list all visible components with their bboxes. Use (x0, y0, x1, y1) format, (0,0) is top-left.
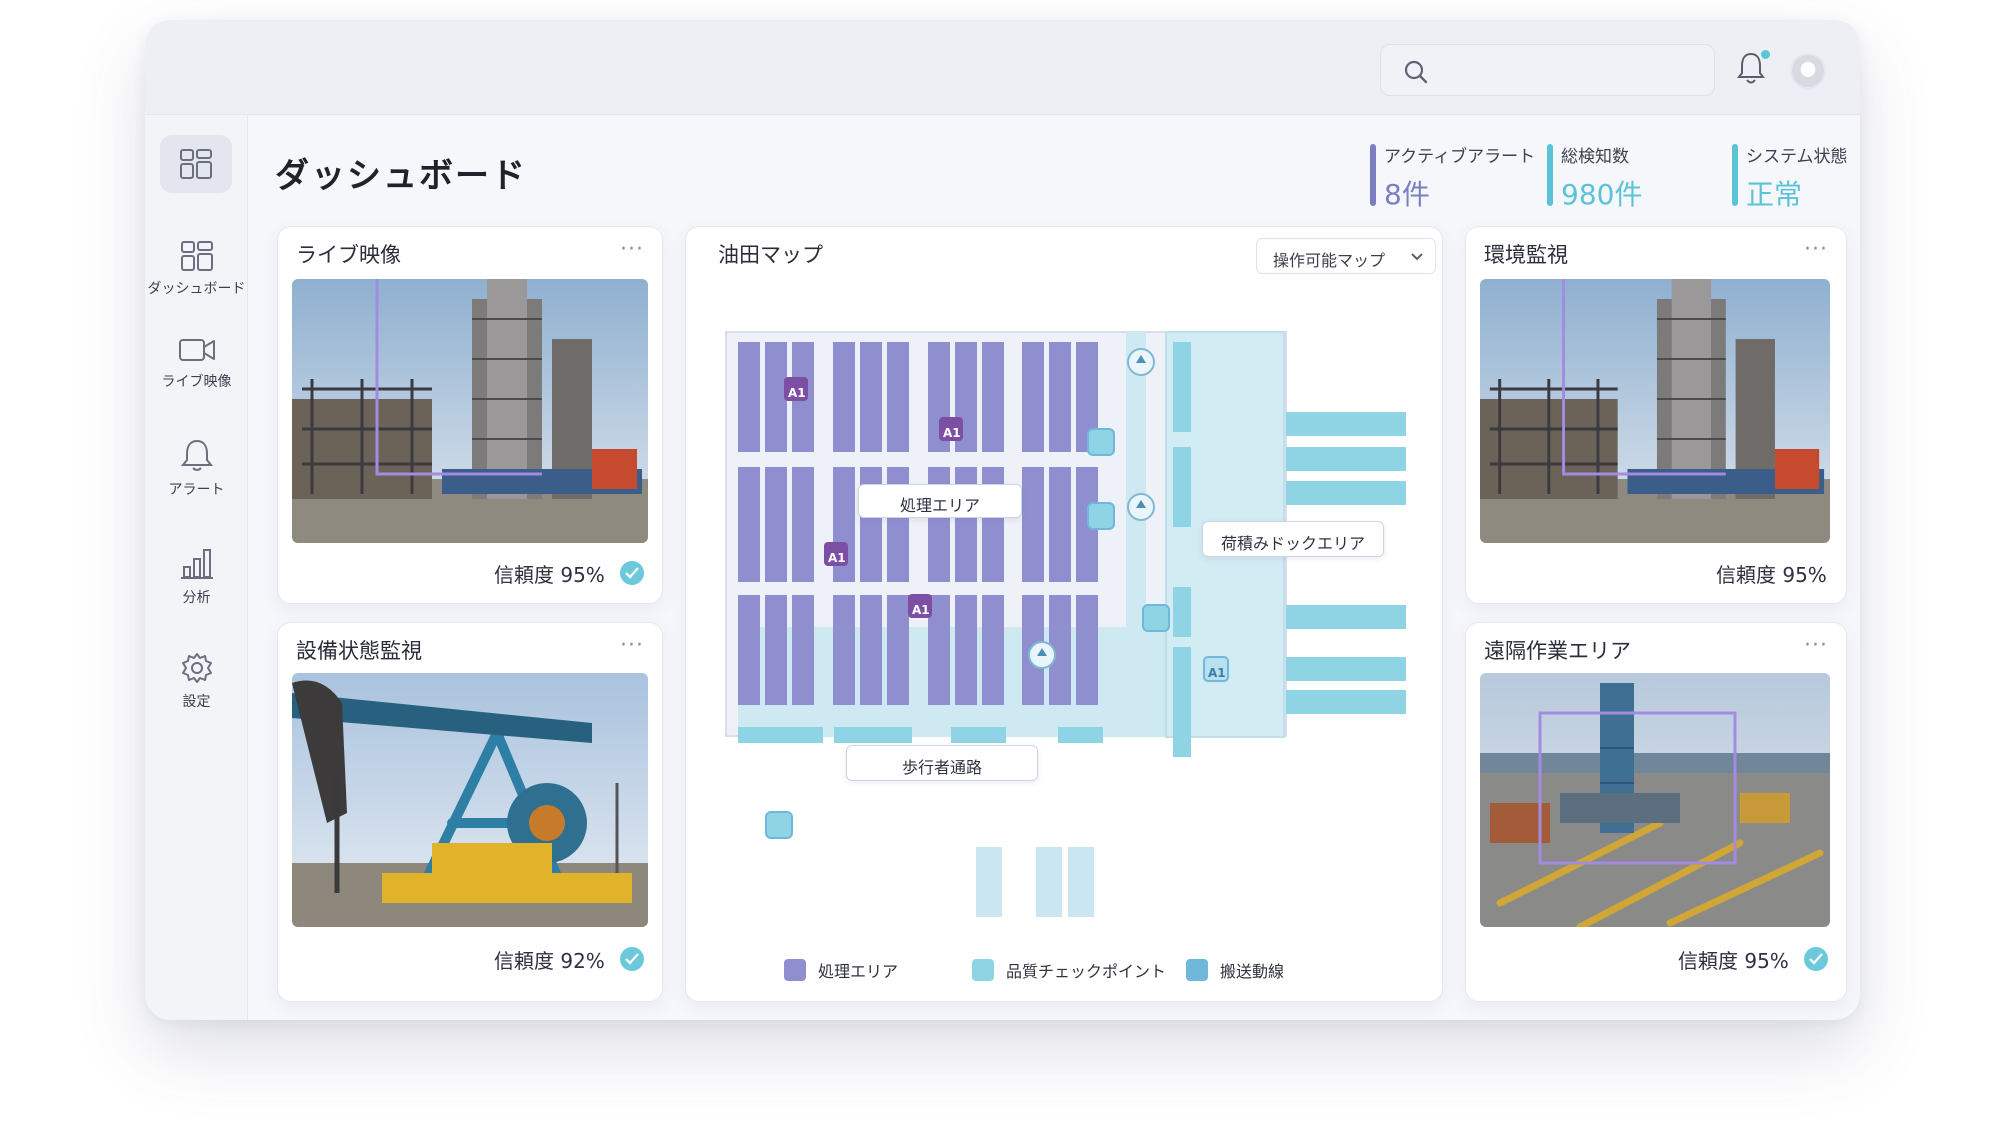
map-zone-label-loading-dock[interactable]: 荷積みドックエリア (1202, 521, 1384, 557)
confidence-text: 信頼度 95% (1678, 945, 1789, 974)
notification-badge (1759, 48, 1772, 61)
legend-swatch (1186, 959, 1208, 981)
gear-icon (181, 653, 212, 683)
confidence-text: 信頼度 92% (494, 945, 605, 974)
more-options-button[interactable]: ··· (620, 237, 644, 262)
check-icon (1804, 947, 1828, 971)
marker-label: A1 (828, 551, 846, 565)
environment-video-feed[interactable] (1480, 279, 1830, 543)
stat-accent-bar (1370, 144, 1376, 206)
stat-total-detections: 総検知数 980件 (1547, 142, 1642, 211)
stat-accent-bar (1732, 144, 1738, 206)
confidence-label: 信頼度 (1716, 563, 1776, 587)
more-options-button[interactable]: ··· (1804, 237, 1828, 262)
stat-label: 総検知数 (1561, 147, 1629, 167)
stat-system-status: システム状態 正常 (1732, 142, 1848, 211)
card-environment-monitoring: 環境監視 ··· 信頼度 95% (1465, 226, 1847, 604)
legend-label: 搬送動線 (1220, 962, 1285, 981)
card-title: ライブ映像 (296, 243, 401, 267)
confidence-value: 95% (560, 563, 605, 587)
confidence-label: 信頼度 (494, 949, 554, 973)
grid-icon (180, 241, 213, 271)
legend-label: 処理エリア (818, 962, 899, 981)
map-zone-label-processing[interactable]: 処理エリア (858, 484, 1022, 518)
card-title: 油田マップ (718, 243, 823, 267)
confidence-label: 信頼度 (494, 563, 554, 587)
top-bar (145, 20, 1860, 115)
more-options-button[interactable]: ··· (1804, 633, 1828, 658)
check-icon (620, 947, 644, 971)
sidebar-item-settings[interactable]: 設定 (145, 651, 248, 711)
app-window: ダッシュボード ライブ映像 アラート 分析 設定 ダッシュボード アクティブアラ… (145, 20, 1860, 1020)
stat-label: システム状態 (1746, 147, 1848, 167)
sidebar-item-analytics[interactable]: 分析 (145, 545, 248, 607)
sidebar: ダッシュボード ライブ映像 アラート 分析 設定 (145, 115, 248, 1020)
card-title: 遠隔作業エリア (1484, 639, 1631, 663)
stat-value: 980件 (1561, 178, 1643, 211)
confidence-text: 信頼度 95% (1716, 559, 1827, 588)
check-icon (620, 561, 644, 585)
user-avatar[interactable] (1790, 53, 1826, 89)
equipment-video-feed[interactable] (292, 673, 648, 927)
card-live-video: ライブ映像 ··· 信頼度 95% (277, 226, 663, 604)
map-view-select[interactable]: 操作可能マップ (1256, 238, 1436, 274)
legend-item: 搬送動線 (1186, 957, 1284, 983)
card-oilfield-map: 油田マップ 操作可能マップ A1 A1 A1 A1 A1 処理エリア 荷積みドッ… (685, 226, 1443, 1002)
confidence-value: 95% (1744, 949, 1789, 973)
legend-swatch (784, 959, 806, 981)
sidebar-item-alerts[interactable]: アラート (145, 437, 248, 499)
legend-item: 処理エリア (784, 957, 898, 983)
card-remote-work-area: 遠隔作業エリア ··· 信頼度 95% (1465, 622, 1847, 1002)
drilling-rig-image (292, 279, 648, 543)
sidebar-home-button[interactable] (160, 135, 232, 193)
sidebar-item-dashboard[interactable]: ダッシュボード (145, 240, 248, 298)
sidebar-item-label: ライブ映像 (161, 374, 232, 390)
sidebar-item-label: 分析 (182, 590, 211, 606)
map-zone-label-walkway[interactable]: 歩行者通路 (846, 745, 1038, 781)
marker-label: A1 (943, 426, 961, 440)
confidence-text: 信頼度 95% (494, 559, 605, 588)
marker-label: A1 (1208, 666, 1226, 680)
sidebar-item-label: アラート (168, 482, 225, 498)
pumpjack-image (292, 673, 648, 927)
stat-value: 8件 (1384, 178, 1430, 211)
page-title: ダッシュボード (275, 156, 527, 196)
drilling-rig-image (1480, 279, 1830, 543)
work-site-image (1480, 673, 1830, 927)
legend-label: 品質チェックポイント (1006, 962, 1167, 981)
stat-label: アクティブアラート (1384, 147, 1536, 167)
card-title: 環境監視 (1484, 243, 1568, 267)
bell-icon (180, 439, 213, 471)
stat-accent-bar (1547, 144, 1553, 206)
search-icon (1404, 60, 1428, 84)
stat-value: 正常 (1746, 178, 1803, 211)
marker-label: A1 (912, 603, 930, 617)
grid-icon (180, 149, 212, 179)
live-video-feed[interactable] (292, 279, 648, 543)
confidence-value: 95% (1782, 563, 1827, 587)
more-options-button[interactable]: ··· (620, 633, 644, 658)
bar-chart-icon (180, 549, 213, 579)
sidebar-item-live-video[interactable]: ライブ映像 (145, 335, 248, 391)
map-view-select-value: 操作可能マップ (1273, 251, 1386, 270)
card-equipment-monitoring: 設備状態監視 ··· 信頼度 92% (277, 622, 663, 1002)
marker-label: A1 (788, 386, 806, 400)
video-camera-icon (178, 339, 215, 361)
chevron-down-icon (1411, 253, 1423, 261)
card-title: 設備状態監視 (296, 639, 422, 663)
remote-work-video-feed[interactable] (1480, 673, 1830, 927)
legend-item: 品質チェックポイント (972, 957, 1166, 983)
confidence-label: 信頼度 (1678, 949, 1738, 973)
confidence-value: 92% (560, 949, 605, 973)
search-input[interactable] (1380, 44, 1715, 96)
legend-swatch (972, 959, 994, 981)
sidebar-item-label: ダッシュボード (147, 281, 246, 297)
stat-active-alerts: アクティブアラート 8件 (1370, 142, 1536, 211)
sidebar-item-label: 設定 (182, 694, 211, 710)
